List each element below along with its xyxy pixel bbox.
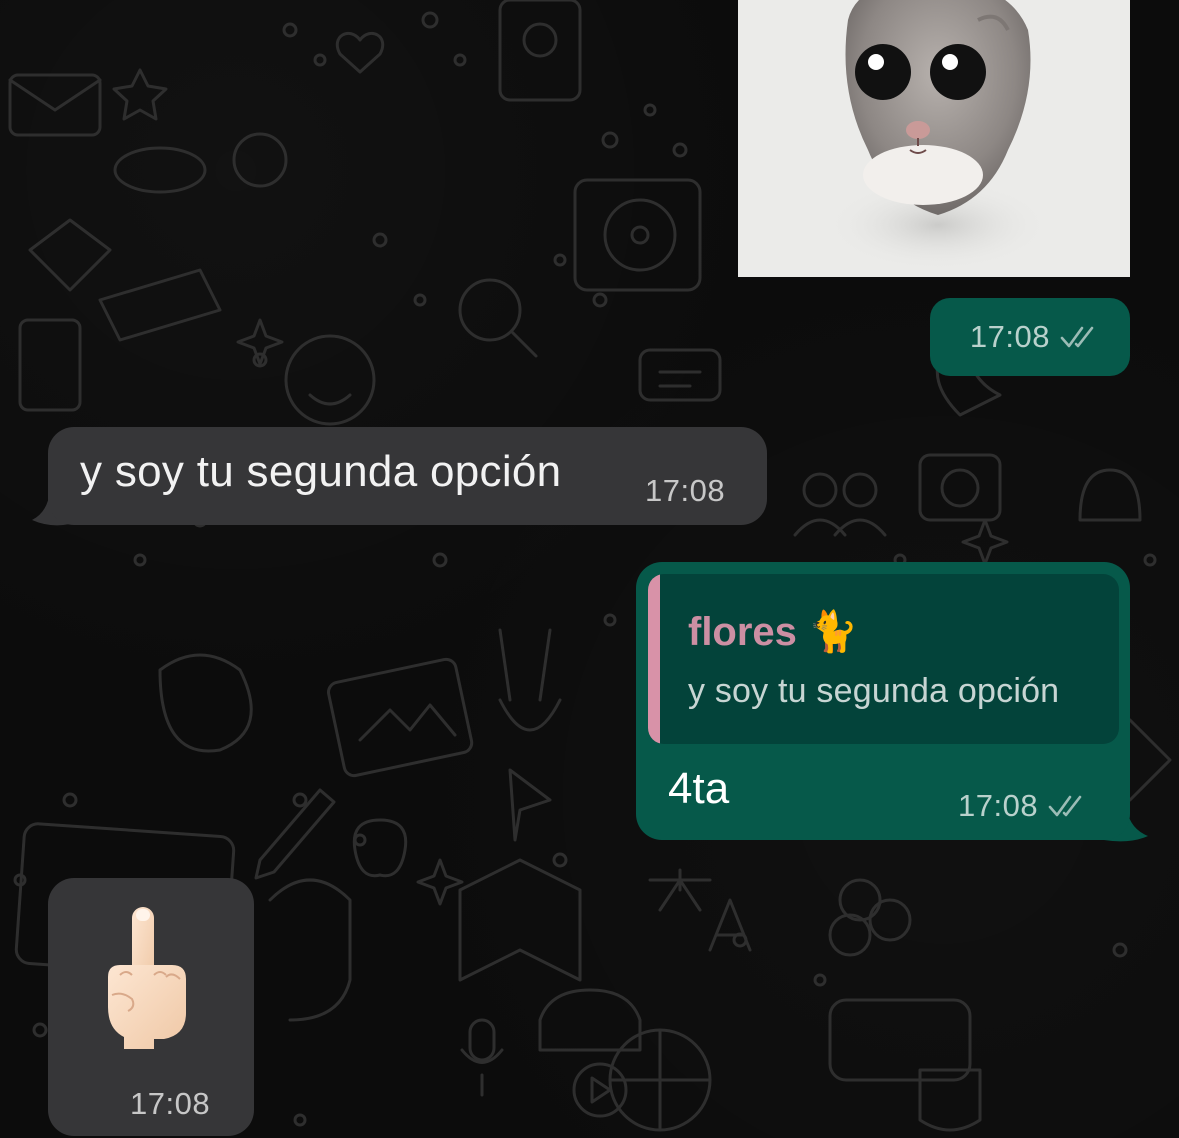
- quoted-author: flores 🐈: [688, 610, 858, 654]
- message-time: 17:08: [645, 473, 726, 508]
- double-check-icon: [1060, 326, 1094, 348]
- chat-view: 17:08 y soy tu segunda opción 17:08 flor…: [0, 0, 1179, 1138]
- message-meta: 17:08: [958, 788, 1090, 824]
- quote-accent-bar: [648, 574, 660, 744]
- message-time: 17:08: [958, 788, 1039, 823]
- outgoing-image-message[interactable]: [738, 0, 1130, 277]
- message-time: 17:08: [130, 1086, 211, 1121]
- message-text: 4ta: [668, 764, 730, 813]
- image-timestamp-pill: 17:08: [930, 298, 1130, 376]
- middle-finger-emoji: [108, 907, 186, 1049]
- message-time: 17:08: [969, 319, 1050, 354]
- quoted-message[interactable]: flores 🐈 y soy tu segunda opción: [648, 574, 1119, 744]
- double-check-icon: [1048, 795, 1082, 817]
- quoted-text: y soy tu segunda opción: [688, 672, 1060, 710]
- hamster-photo: [738, 0, 1130, 277]
- message-text: y soy tu segunda opción: [80, 447, 562, 496]
